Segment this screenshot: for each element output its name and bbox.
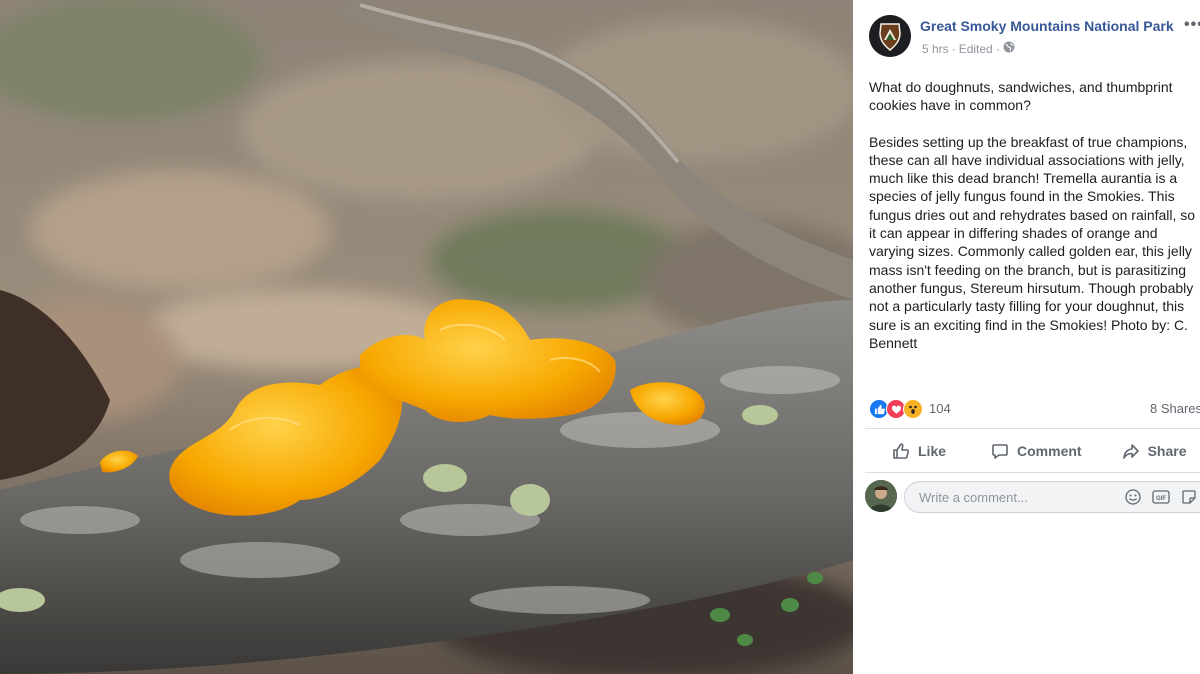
divider [865,472,1200,473]
post-meta: 5 hrs · Edited · [922,41,1015,56]
share-button[interactable]: Share [1122,432,1187,470]
gif-icon[interactable]: GIF [1152,488,1170,506]
comment-bubble-icon [992,444,1008,459]
reaction-count[interactable]: 104 [929,401,951,416]
edited-label[interactable]: Edited [959,42,993,56]
thumbs-up-icon [893,443,910,459]
jelly-fungus-photo [0,0,853,674]
meta-separator-2: · [995,41,1000,56]
more-options-icon[interactable]: ••• [1184,16,1200,34]
post-time-link[interactable]: 5 hrs [922,42,949,56]
svg-text:GIF: GIF [1156,496,1166,502]
post-paragraph: Besides setting up the breakfast of true… [869,133,1196,351]
comment-composer: GIF [865,478,1200,516]
comment-button[interactable]: Comment [991,432,1082,470]
share-arrow-icon [1122,444,1139,459]
shares-count[interactable]: 8 Shares [1150,401,1200,416]
sticker-icon[interactable] [1180,488,1198,506]
comment-input-box[interactable]: GIF [904,481,1200,513]
page-name-link[interactable]: Great Smoky Mountains National Park [920,18,1174,34]
wow-icon [903,399,923,419]
like-button[interactable]: Like [892,432,946,470]
post-paragraph: What do doughnuts, sandwiches, and thumb… [869,79,1173,114]
share-label: Share [1147,443,1187,459]
nps-arrowhead-icon [869,15,911,57]
reaction-icons[interactable] [869,399,923,419]
post-actions: Like Comment Share [865,432,1200,470]
comment-label: Comment [1017,443,1082,459]
emoji-icon[interactable] [1124,488,1142,506]
post-photo[interactable] [0,0,853,674]
comment-tools: GIF [1124,488,1198,506]
divider [865,428,1200,429]
like-label: Like [918,443,947,459]
page-avatar-nps-logo[interactable] [869,15,911,57]
post-text: What do doughnuts, sandwiches, and thumb… [869,78,1199,370]
post-header: Great Smoky Mountains National Park ••• … [869,15,1200,59]
reactions-bar[interactable]: 104 8 Shares [869,399,1200,419]
user-avatar[interactable] [865,480,897,512]
comment-input[interactable] [917,489,1111,506]
meta-separator: · [951,41,956,56]
globe-icon[interactable] [1003,41,1015,56]
post-panel: Great Smoky Mountains National Park ••• … [853,0,1200,674]
